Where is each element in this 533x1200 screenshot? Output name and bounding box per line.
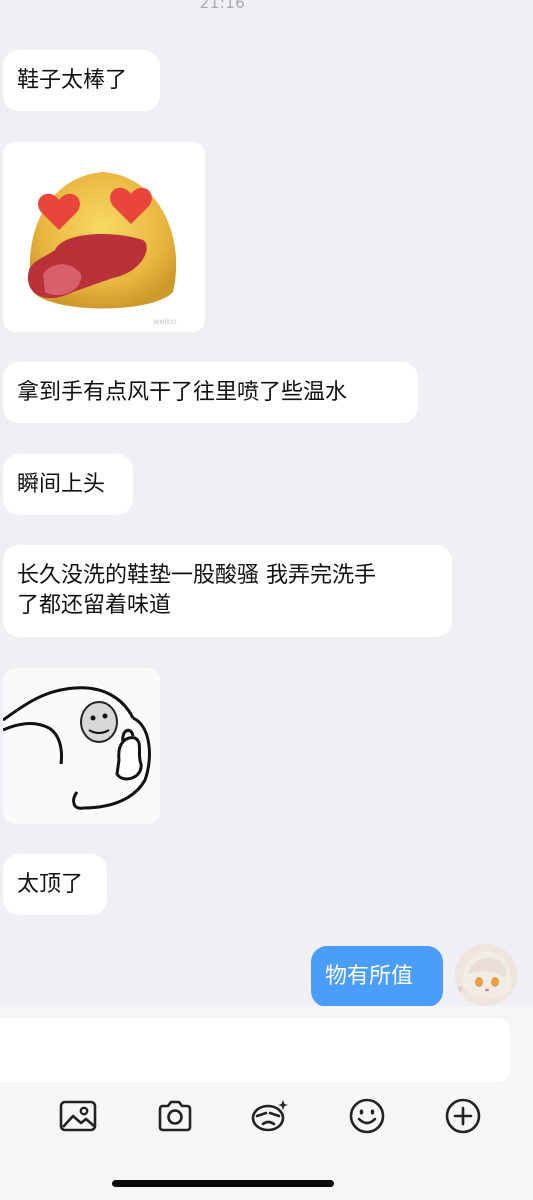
message-text: 物有所值 [325, 963, 414, 989]
image-icon[interactable] [56, 1094, 100, 1138]
avatar[interactable] [455, 944, 517, 1006]
message-text-line2: 了都还留着味道 [17, 593, 172, 618]
my-message-bubble[interactable]: 物有所值 [311, 946, 443, 1007]
message-bubble[interactable]: 太顶了 [3, 854, 107, 915]
message-text: 拿到手有点风干了往里喷了些温水 [17, 379, 348, 405]
message-text: 太顶了 [17, 871, 84, 897]
message-text-line1: 长久没洗的鞋垫一股酸骚 我弄完洗手 [17, 563, 376, 588]
message-input[interactable] [0, 1018, 510, 1082]
message-bubble[interactable]: 长久没洗的鞋垫一股酸骚 我弄完洗手 了都还留着味道 [3, 545, 452, 637]
status-time: 21:16 [199, 0, 246, 12]
message-bubble[interactable]: 瞬间上头 [3, 454, 133, 515]
sticker-icon[interactable] [248, 1094, 292, 1138]
camera-icon[interactable] [153, 1094, 197, 1138]
svg-text:weibo: weibo [153, 317, 177, 326]
anime-avatar-icon [455, 944, 517, 1006]
message-bubble[interactable]: 鞋子太棒了 [3, 50, 160, 111]
message-bubble[interactable]: 拿到手有点风干了往里喷了些温水 [3, 362, 418, 423]
heart-eyes-face-icon: weibo [27, 172, 177, 326]
emoji-icon[interactable] [345, 1094, 389, 1138]
message-text: 瞬间上头 [17, 471, 106, 497]
home-indicator[interactable] [112, 1180, 334, 1187]
plus-icon[interactable] [441, 1094, 485, 1138]
meme-thumbs-up-icon [3, 686, 151, 810]
sticker-meme-thumbs[interactable] [3, 668, 160, 824]
message-text: 鞋子太棒了 [17, 67, 128, 93]
sticker-heart-eyes[interactable]: weibo [3, 142, 205, 332]
